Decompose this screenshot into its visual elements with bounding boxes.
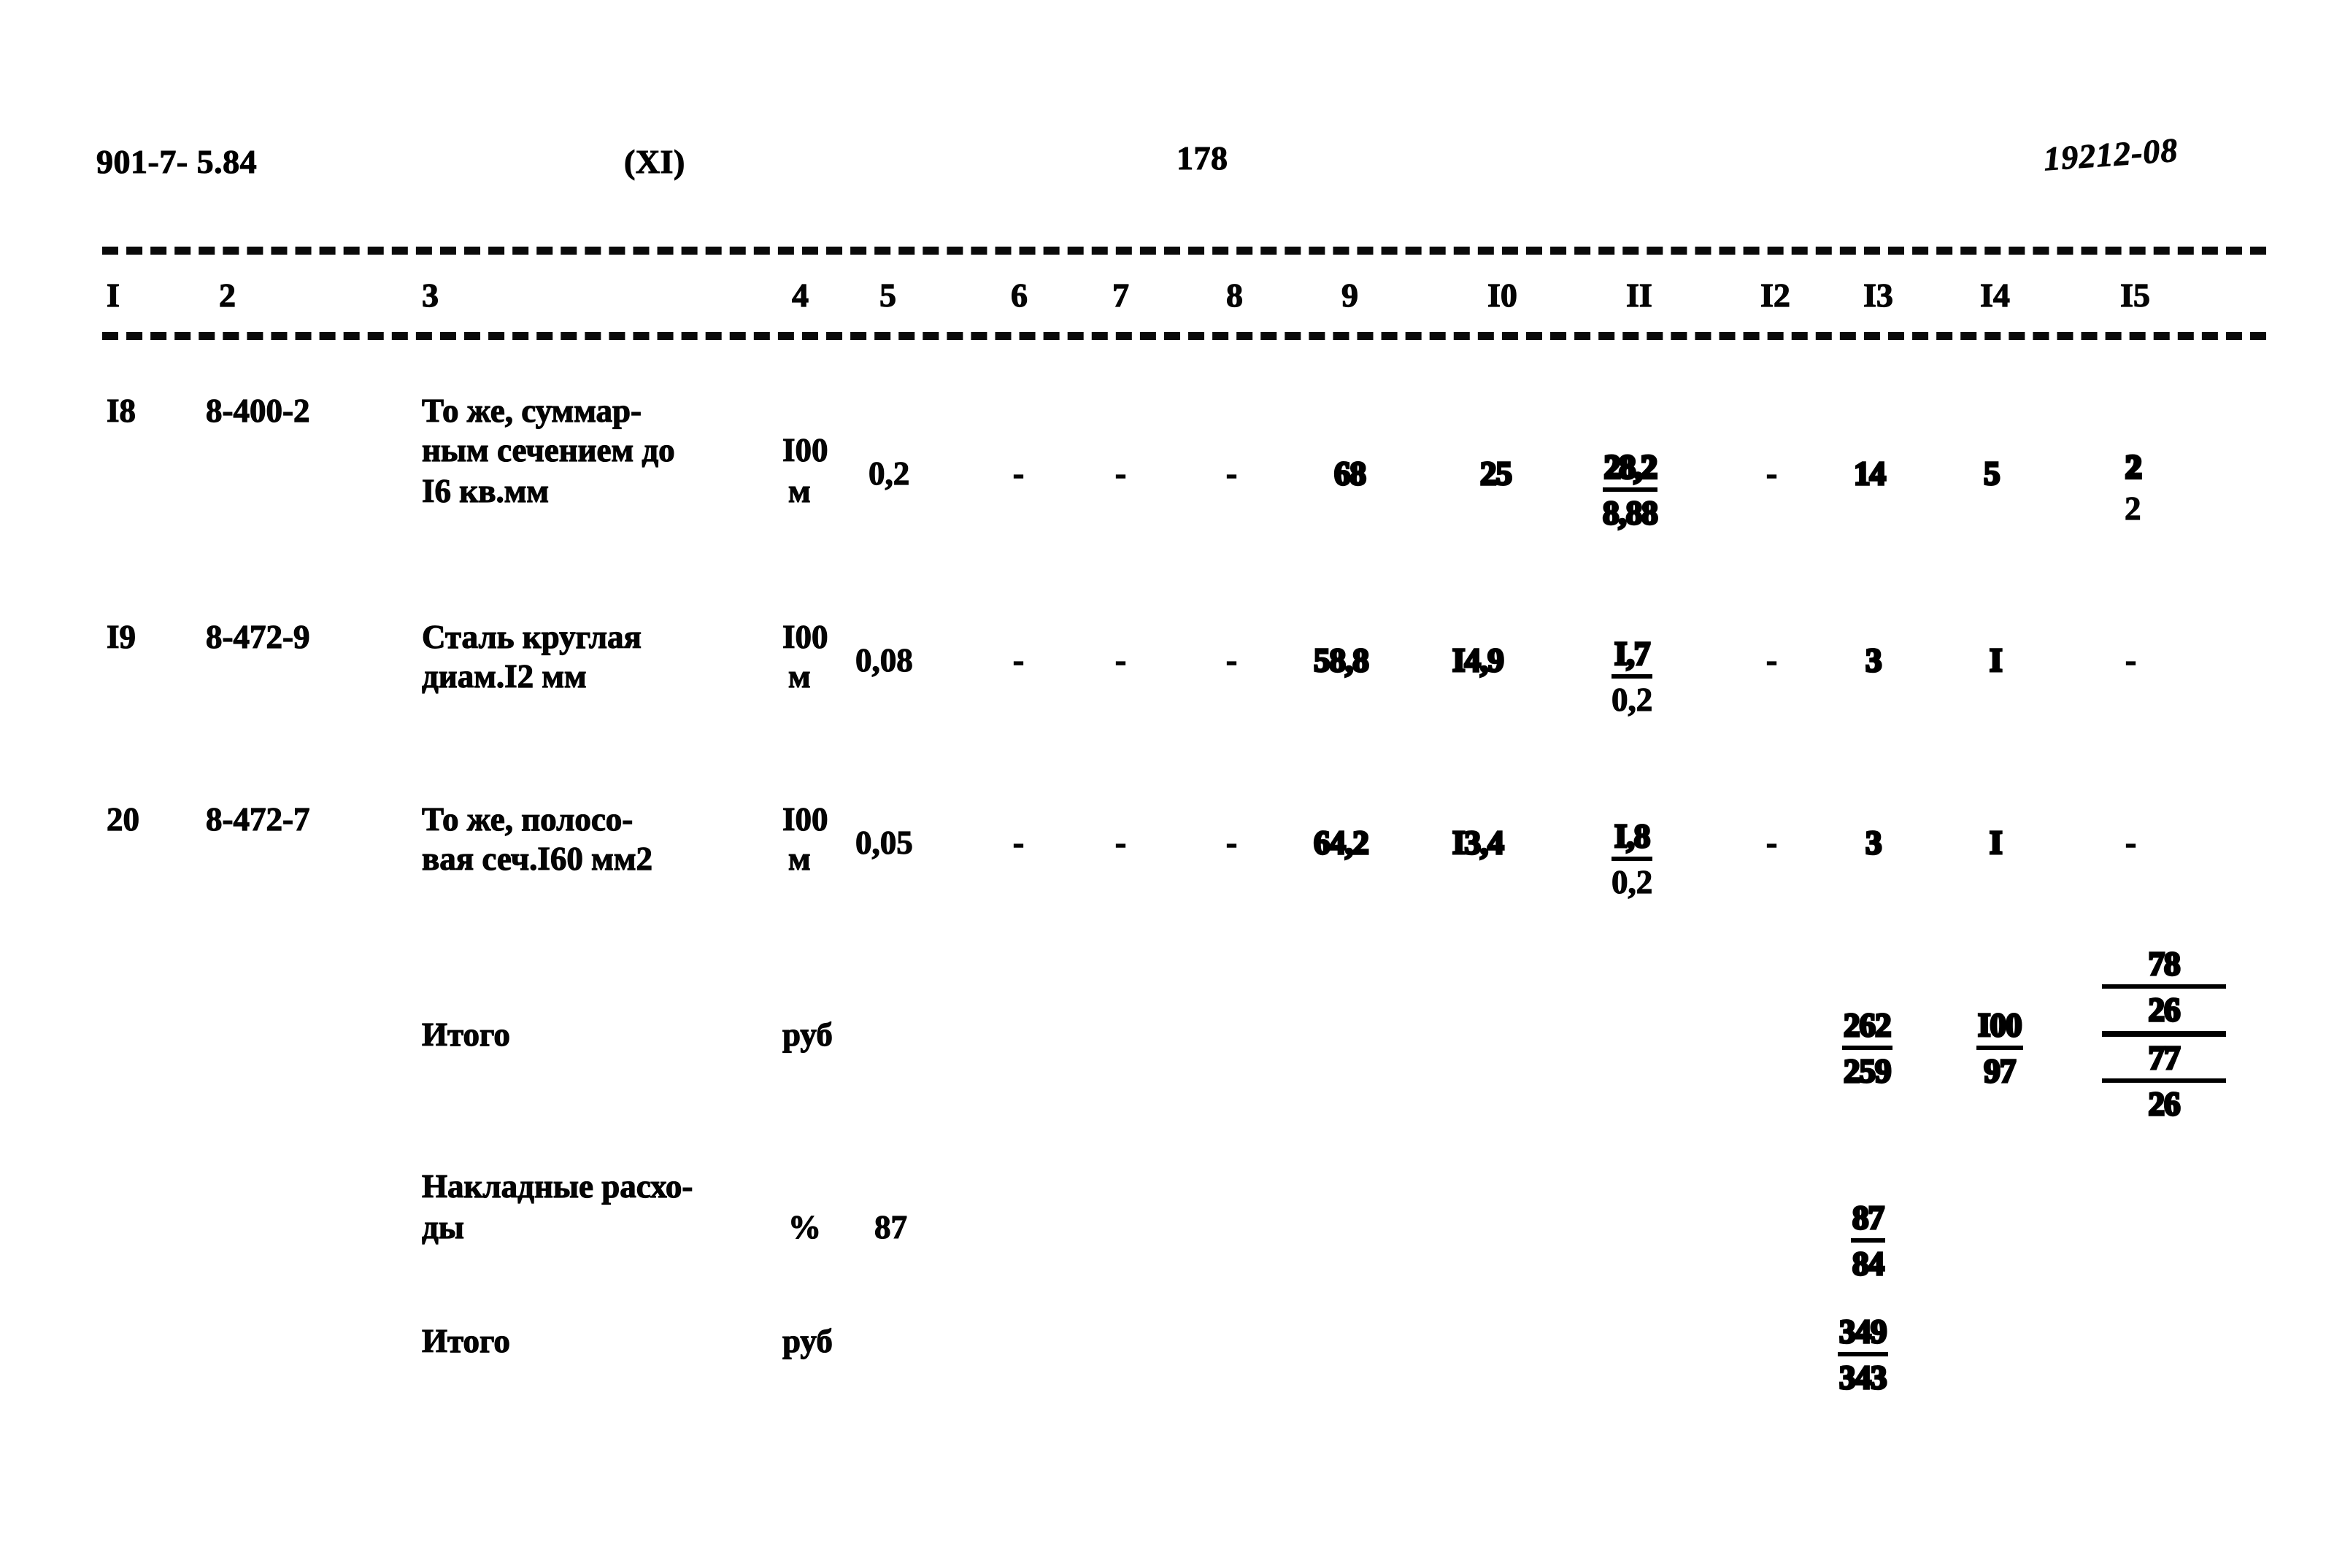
row-unit-line2: м [788,840,811,877]
cell-col12: - [1766,824,1778,862]
row-desc-line2: ным сечением до [421,431,675,468]
cell-col15: - [2125,641,2137,679]
cell-col11-numerator: 28,2 [1603,447,1659,492]
summary-col14: I00 97 [1976,1005,2023,1091]
cell-col10: 25 [1479,454,1513,493]
cell-col9: 64,2 [1312,823,1370,862]
cell-col7: - [1114,641,1127,679]
cell-col6: - [1012,641,1025,679]
cell-col6: - [1012,455,1025,493]
cell-col13: 14 [1852,454,1887,493]
cell-col5: 0,2 [868,455,910,492]
cell-col15: - [2125,824,2137,862]
summary-col13: 262 259 [1842,1005,1892,1091]
cell-col7: - [1114,455,1127,493]
cell-col5: 0,05 [855,824,913,861]
row-unit-line1: I00 [782,431,828,468]
cell-col11-numerator: I,8 [1612,816,1653,861]
row-code: 8-472-7 [205,800,310,838]
cell-col6: - [1012,824,1025,862]
cell-col11-denominator: 8,88 [1601,493,1659,532]
overhead-unit: % [788,1208,821,1245]
overhead-label-line2: ды [421,1208,464,1245]
cell-col8: - [1225,641,1238,679]
cell-col11: I,8 0,2 [1611,816,1653,902]
cell-col11-denominator: 0,2 [1611,863,1653,900]
row-desc-line1: Сталь круглая [421,618,642,655]
row-desc-line3: I6 кв.мм [421,472,550,509]
cell-col10: I3,4 [1451,823,1505,862]
cell-col7: - [1114,824,1127,862]
summary-col13: 349 343 [1838,1312,1888,1397]
summary-unit: руб [782,1322,833,1359]
summary-label: Итого [421,1322,510,1359]
cell-col14: I [1988,641,2003,679]
row-desc-line1: То же, суммар- [421,392,642,429]
cell-col12: - [1766,455,1778,493]
cell-col15-denominator: 2 [2124,490,2141,527]
row-number: I8 [106,392,136,429]
overhead-col13-denominator: 84 [1851,1244,1885,1283]
summary-col13-denominator: 259 [1842,1051,1892,1090]
cell-col13: 3 [1864,641,1883,679]
cell-col14: I [1988,823,2003,862]
table-body: I8 8-400-2 То же, суммар- ным сечением д… [0,0,2345,1568]
row-desc-line2: вая сеч.I60 мм2 [421,840,652,877]
cell-col14: 5 [1982,454,2001,493]
summary-col15-level2: 26 [2147,990,2182,1029]
row-number: 20 [106,800,139,838]
summary-label: Итого [421,1016,510,1053]
cell-col13: 3 [1864,823,1883,862]
cell-col10: I4,9 [1451,641,1505,679]
row-desc-line2: диам.I2 мм [421,657,587,695]
summary-unit: руб [782,1016,833,1053]
cell-col8: - [1225,455,1238,493]
summary-col15-main-rule [2102,1031,2226,1037]
row-desc-line1: То же, полосо- [421,800,634,838]
overhead-col13-numerator: 87 [1851,1198,1886,1243]
cell-col15-numerator: 2 [2124,447,2144,487]
summary-col13-denominator: 343 [1838,1358,1888,1397]
cell-col9: 68 [1333,454,1367,493]
cell-col11-denominator: 0,2 [1611,681,1653,718]
summary-col14-numerator: I00 [1976,1005,2023,1050]
cell-col9: 58,8 [1312,641,1370,679]
summary-col15: 78 26 77 26 [2102,944,2226,1124]
overhead-label-line1: Накладные расхо- [421,1167,693,1205]
row-unit-line1: I00 [782,618,828,655]
cell-col11: 28,2 8,88 [1601,447,1659,533]
row-code: 8-400-2 [205,392,310,429]
cell-col8: - [1225,824,1238,862]
overhead-value: 87 [874,1208,907,1245]
row-unit-line2: м [788,657,811,695]
row-number: I9 [106,618,136,655]
summary-col15-level1: 78 [2102,944,2226,989]
overhead-col13: 87 84 [1851,1198,1886,1283]
cell-col11-numerator: I,7 [1612,634,1653,679]
cell-col12: - [1766,641,1778,679]
summary-col13-numerator: 349 [1838,1312,1888,1356]
cell-col15: 2 2 [2124,447,2144,528]
row-code: 8-472-9 [205,618,310,655]
cell-col11: I,7 0,2 [1611,634,1653,719]
summary-col13-numerator: 262 [1842,1005,1892,1050]
cell-col5: 0,08 [855,641,913,679]
summary-col14-denominator: 97 [1983,1051,2017,1090]
summary-col15-level4: 26 [2147,1084,2182,1123]
row-unit-line1: I00 [782,800,828,838]
row-unit-line2: м [788,472,811,509]
summary-col15-level3: 77 [2102,1037,2226,1083]
